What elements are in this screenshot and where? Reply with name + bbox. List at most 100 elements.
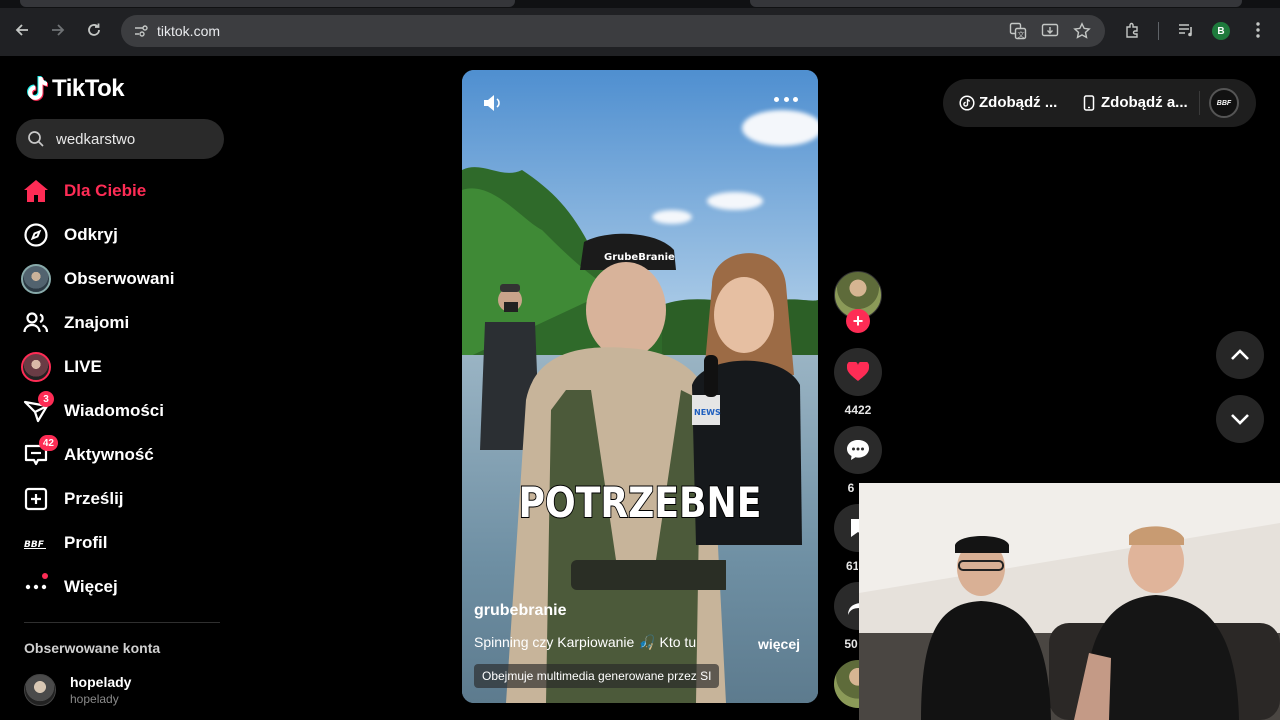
- next-video-button[interactable]: [1216, 395, 1264, 443]
- media-controls-icon[interactable]: [1174, 18, 1198, 42]
- activity-icon: 42: [20, 435, 58, 471]
- extensions-icon[interactable]: [1121, 18, 1145, 42]
- nav-label: Aktywność: [64, 445, 154, 464]
- video-author[interactable]: grubebranie: [474, 602, 566, 620]
- followed-accounts-title: Obserwowane konta: [24, 640, 161, 656]
- nav-label: Więcej: [64, 577, 118, 596]
- home-icon: [20, 175, 52, 207]
- search-input[interactable]: wedkarstwo: [16, 119, 224, 159]
- comment-count: 6: [847, 481, 855, 495]
- see-more-link[interactable]: więcej: [758, 636, 800, 652]
- nav-label: Wiadomości: [64, 401, 164, 420]
- tab-strip: [0, 0, 1280, 8]
- account-username: hopelady: [70, 692, 119, 706]
- nav-item-obserwowani[interactable]: Obserwowani: [20, 261, 220, 297]
- bookmark-star-icon[interactable]: [1070, 19, 1094, 43]
- tiktok-logo[interactable]: TikTok: [24, 75, 125, 103]
- search-icon: [28, 131, 44, 147]
- forward-icon[interactable]: [46, 18, 70, 42]
- install-app-icon[interactable]: [1038, 19, 1062, 43]
- nav-item-przeslij[interactable]: Prześlij: [20, 481, 220, 517]
- nav-label: Obserwowani: [64, 269, 175, 288]
- nav-label: Odkryj: [64, 225, 118, 244]
- ai-content-label: Obejmuje multimedia generowane przez SI: [474, 664, 720, 688]
- following-avatar-icon: [20, 263, 52, 295]
- follow-plus-icon[interactable]: +: [846, 309, 870, 333]
- browser-tab[interactable]: [750, 0, 1242, 7]
- sidebar-divider: [24, 622, 220, 623]
- tiktok-note-icon: [27, 76, 48, 101]
- video-caption-overlay: POTRZEBNE: [518, 477, 763, 528]
- messages-badge: 3: [38, 391, 54, 407]
- url-text[interactable]: tiktok.com: [157, 23, 220, 39]
- get-app-label: Zdobądź a...: [1101, 94, 1188, 111]
- chrome-menu-icon[interactable]: [1246, 18, 1270, 42]
- compass-icon: [20, 219, 52, 251]
- comment-icon: [847, 440, 869, 460]
- chevron-down-icon: [1231, 414, 1249, 425]
- nav-label: Prześlij: [64, 489, 124, 508]
- like-button[interactable]: [834, 348, 882, 396]
- nav-item-live[interactable]: LIVE: [20, 349, 220, 385]
- live-avatar-icon: [20, 351, 52, 383]
- logo-text: TikTok: [52, 75, 125, 102]
- get-app-pill: Zdobądź ... Zdobądź a... BBF: [943, 79, 1256, 127]
- upload-icon: [20, 483, 52, 515]
- comment-button[interactable]: [834, 426, 882, 474]
- webcam-scene: [859, 483, 1280, 720]
- account-name: hopelady: [70, 674, 132, 690]
- more-icon: [20, 571, 52, 603]
- video-frame-cloud: [742, 110, 818, 146]
- address-bar[interactable]: tiktok.com 文: [121, 15, 1105, 47]
- mute-icon[interactable]: [482, 92, 504, 114]
- chevron-up-icon: [1231, 349, 1249, 360]
- video-player[interactable]: GrubeBranie NEWS POTRZEBNE grubebranie S…: [462, 70, 818, 703]
- video-description: Spinning czy Karpiowanie 🎣 Kto tu: [474, 634, 697, 650]
- messages-icon: 3: [20, 391, 54, 427]
- mic-flag-text: NEWS: [694, 408, 721, 417]
- nav-label: Profil: [64, 533, 108, 552]
- pill-divider: [1199, 91, 1200, 115]
- browser-toolbar: tiktok.com 文 B: [0, 0, 1280, 56]
- get-coins-label: Zdobądź ...: [979, 94, 1058, 111]
- browser-tab[interactable]: [20, 0, 515, 7]
- webcam-overlay: [859, 483, 1280, 720]
- tiktok-circle-icon: [959, 94, 975, 111]
- activity-badge: 42: [38, 435, 58, 451]
- svg-text:BBF: BBF: [24, 540, 45, 549]
- video-frame-reporter: NEWS: [692, 253, 802, 545]
- heart-icon: [847, 362, 869, 381]
- back-icon[interactable]: [10, 18, 34, 42]
- save-count: 61: [846, 559, 858, 573]
- more-notification-dot: [42, 573, 48, 579]
- search-query[interactable]: wedkarstwo: [56, 131, 135, 148]
- nav-item-wiecej[interactable]: Więcej: [20, 569, 220, 605]
- cap-logo-text: GrubeBranie: [604, 252, 675, 263]
- translate-icon[interactable]: 文: [1006, 19, 1030, 43]
- nav-item-profil[interactable]: BBF Profil: [20, 525, 220, 561]
- nav-label: Znajomi: [64, 313, 130, 332]
- profile-logo-icon: BBF: [20, 527, 52, 559]
- get-coins-button[interactable]: Zdobądź ...: [959, 94, 1057, 111]
- video-options-icon[interactable]: [774, 92, 798, 106]
- user-avatar[interactable]: BBF: [1209, 88, 1239, 118]
- toolbar-divider: [1158, 22, 1159, 40]
- nav-item-aktywnosc[interactable]: 42 Aktywność: [20, 435, 220, 473]
- site-info-icon[interactable]: [129, 19, 153, 43]
- share-count: 50: [844, 637, 858, 651]
- followed-account-item[interactable]: hopelady hopelady: [24, 674, 131, 706]
- phone-icon: [1081, 94, 1097, 111]
- profile-avatar[interactable]: B: [1212, 22, 1230, 40]
- avatar: [24, 674, 56, 706]
- nav-item-dla-ciebie[interactable]: Dla Ciebie: [20, 173, 220, 209]
- get-app-button[interactable]: Zdobądź a...: [1081, 94, 1188, 111]
- nav-item-znajomi[interactable]: Znajomi: [20, 305, 220, 341]
- friends-icon: [20, 307, 52, 339]
- reload-icon[interactable]: [82, 18, 106, 42]
- nav-item-wiadomosci[interactable]: 3 Wiadomości: [20, 391, 220, 429]
- nav-label: LIVE: [64, 357, 102, 376]
- nav-label: Dla Ciebie: [64, 181, 147, 200]
- like-count: 4422: [844, 403, 872, 417]
- previous-video-button[interactable]: [1216, 331, 1264, 379]
- nav-item-odkryj[interactable]: Odkryj: [20, 217, 220, 253]
